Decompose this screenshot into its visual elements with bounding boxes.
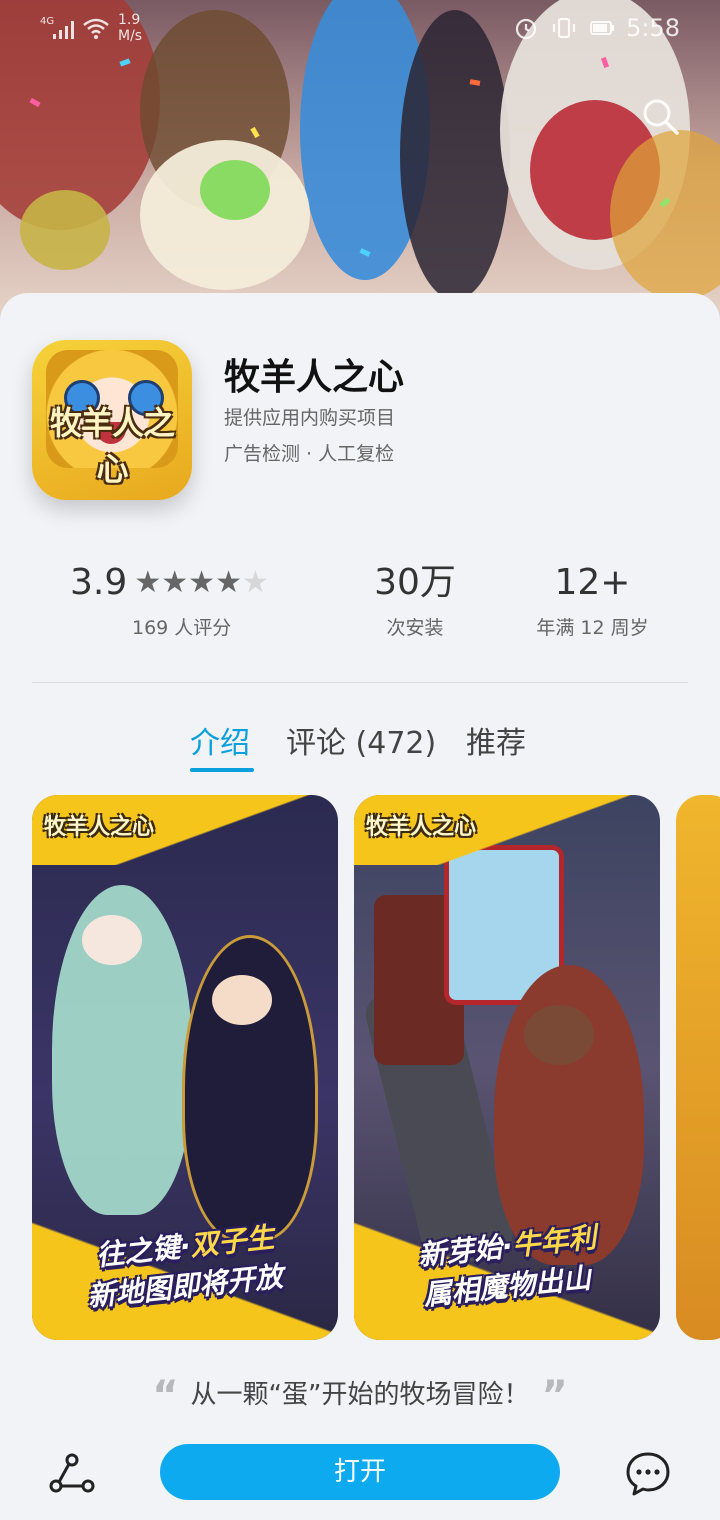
star-icon: ★ <box>161 565 189 600</box>
app-icon-logo: 牧羊人之心 <box>49 404 175 488</box>
stats-row: 3.9 ★★★★★ 169 人评分 30万 次安装 12+ 年满 12 周岁 <box>0 563 720 643</box>
rating-count: 169 人评分 <box>132 617 232 639</box>
star-icon: ★ <box>188 565 216 600</box>
status-time: 5:58 <box>626 14 680 42</box>
in-app-purchase-notice: 提供应用内购买项目 <box>224 407 396 429</box>
screenshot-1[interactable]: 牧羊人之心 往之键·双子生 新地图即将开放 <box>32 795 338 1340</box>
installs-label: 次安装 <box>386 617 444 639</box>
rating-stat[interactable]: 3.9 ★★★★★ 169 人评分 <box>70 563 300 640</box>
screenshot-logo: 牧羊人之心 <box>366 815 477 840</box>
star-icon: ★ <box>215 565 242 600</box>
screenshot-3[interactable] <box>676 795 720 1340</box>
hero-art-shape <box>20 190 110 270</box>
age-rating-stat[interactable]: 12+ 年满 12 周岁 <box>520 563 665 640</box>
share-icon[interactable] <box>48 1452 96 1496</box>
tab-intro[interactable]: 介绍 <box>190 718 250 762</box>
installs-value: 30万 <box>374 562 456 603</box>
status-bar: 4G 1.9 M/s 5:58 <box>0 0 720 60</box>
screenshot-character <box>212 975 272 1025</box>
tagline-text: 从一颗“蛋”开始的牧场冒险！ <box>190 1380 530 1410</box>
verification-info: 广告检测 · 人工复检 <box>224 443 395 465</box>
app-tagline: “ 从一颗“蛋”开始的牧场冒险！ ” <box>0 1373 720 1419</box>
installs-stat: 30万 次安装 <box>340 563 490 640</box>
battery-icon <box>590 21 615 35</box>
app-detail-card: 牧羊人之心 牧羊人之心 提供应用内购买项目 广告检测 · 人工复检 3.9 ★★… <box>0 293 720 1520</box>
network-speed: 1.9 M/s <box>118 12 143 44</box>
bottom-action-bar: 打开 <box>0 1430 720 1520</box>
search-icon[interactable] <box>640 96 680 136</box>
rating-value: 3.9 <box>70 562 128 603</box>
tab-reviews[interactable]: 评论 (472) <box>286 718 436 762</box>
hero-art-shape <box>200 160 270 220</box>
age-rating-value: 12+ <box>554 562 631 603</box>
screenshot-character <box>524 1005 594 1065</box>
star-icon: ★ <box>241 565 269 600</box>
divider <box>32 682 688 683</box>
screenshot-2[interactable]: 牧羊人之心 新芽始·牛年利 属相魔物出山 <box>354 795 660 1340</box>
tab-recommend[interactable]: 推荐 <box>466 718 526 762</box>
signal-icon <box>53 21 74 39</box>
screenshot-logo: 牧羊人之心 <box>44 815 155 840</box>
screenshot-character <box>82 915 142 965</box>
comment-icon[interactable] <box>624 1450 672 1498</box>
app-name: 牧羊人之心 <box>224 357 405 398</box>
open-button[interactable]: 打开 <box>160 1444 560 1500</box>
rating-stars: ★★★★★ <box>134 563 269 603</box>
tab-bar: 介绍 评论 (472) 推荐 <box>0 718 720 778</box>
age-rating-label: 年满 12 周岁 <box>536 617 649 639</box>
wifi-icon <box>83 18 109 39</box>
tab-indicator <box>190 768 254 772</box>
open-quote-icon: “ <box>152 1373 179 1419</box>
vibrate-icon <box>552 17 576 39</box>
alarm-icon <box>515 18 537 40</box>
close-quote-icon: ” <box>541 1373 568 1419</box>
star-icon: ★ <box>134 565 162 600</box>
status-right-group: 5:58 <box>512 14 680 42</box>
app-icon: 牧羊人之心 <box>32 340 192 500</box>
